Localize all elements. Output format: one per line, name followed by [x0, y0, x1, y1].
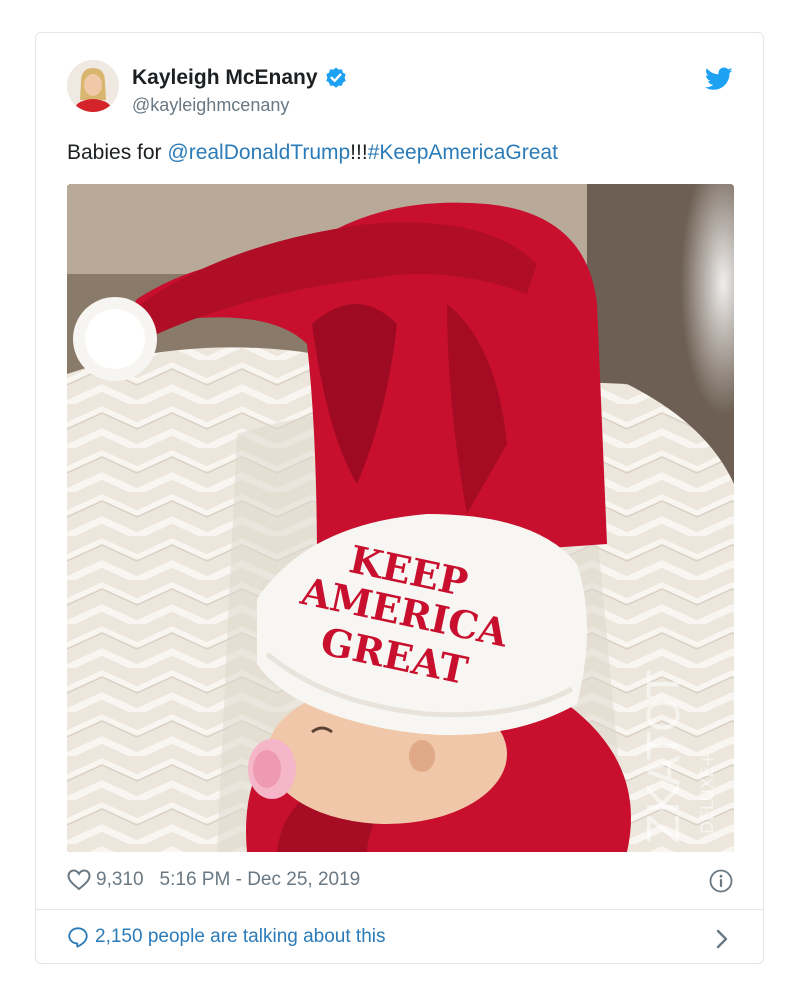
speech-bubble-icon — [68, 927, 88, 948]
info-icon[interactable] — [709, 869, 733, 893]
tweet-photo[interactable]: KEEP AMERICA GREAT ZKATOT DELUXE+ — [67, 184, 734, 852]
heart-icon[interactable] — [67, 869, 91, 891]
avatar-image — [67, 60, 119, 112]
tweet-text-prefix: Babies for — [67, 141, 168, 164]
mention-link[interactable]: @realDonaldTrump — [167, 141, 350, 164]
chevron-right-icon[interactable] — [715, 929, 729, 949]
conversation-count-text: 2,150 people are talking about this — [95, 926, 386, 947]
author-avatar[interactable] — [67, 60, 119, 112]
tweet-timestamp[interactable]: 5:16 PM - Dec 25, 2019 — [160, 869, 361, 891]
conversation-link[interactable]: 2,150 people are talking about this — [67, 926, 386, 948]
watermark-text: ZKATOT — [639, 671, 690, 844]
tweet-text: Babies for @realDonaldTrump!!!#KeepAmeri… — [67, 141, 558, 165]
footer-divider — [36, 909, 763, 910]
hashtag-link[interactable]: #KeepAmericaGreat — [368, 141, 558, 164]
author-handle[interactable]: @kayleighmcenany — [132, 95, 289, 116]
embedded-tweet-card[interactable]: Kayleigh McEnany @kayleighmcenany Babies… — [35, 32, 764, 964]
watermark-subtext: DELUXE+ — [698, 752, 718, 834]
baby-in-santa-hat-photo: KEEP AMERICA GREAT ZKATOT DELUXE+ — [67, 184, 734, 852]
verified-badge-icon — [325, 67, 346, 88]
twitter-bird-icon[interactable] — [705, 67, 733, 91]
tweet-meta-row: 9,310 5:16 PM - Dec 25, 2019 — [67, 869, 360, 891]
like-count[interactable]: 9,310 — [96, 869, 144, 891]
author-name[interactable]: Kayleigh McEnany — [132, 66, 348, 90]
tweet-text-exclamation: !!! — [350, 141, 368, 164]
author-name-text: Kayleigh McEnany — [132, 66, 318, 89]
